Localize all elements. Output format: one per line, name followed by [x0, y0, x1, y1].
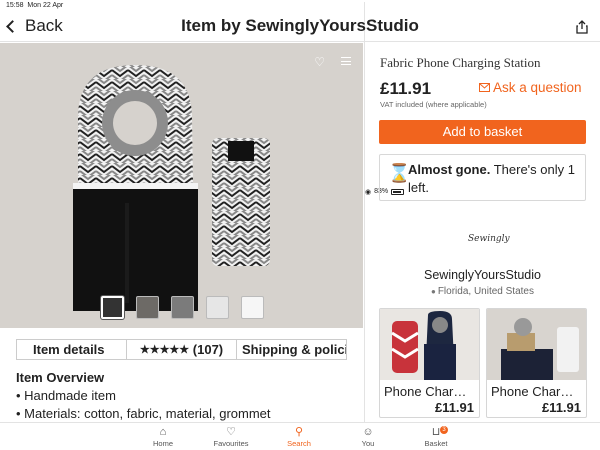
review-count: (107): [192, 342, 224, 357]
tab-item-details[interactable]: Item details: [17, 340, 127, 359]
rating-stars: ★★★★★: [139, 344, 190, 356]
tab-reviews[interactable]: ★★★★★ (107): [127, 340, 237, 359]
home-icon: ⌂: [159, 426, 167, 438]
thumbnail-strip: [101, 296, 264, 319]
tab-home[interactable]: ⌂ Home: [133, 425, 193, 448]
thumbnail[interactable]: [101, 296, 124, 319]
related-item-price: £11.91: [541, 400, 581, 415]
vat-note: VAT included (where applicable): [380, 100, 487, 109]
menu-icon[interactable]: [341, 57, 351, 65]
nav-bar: Back Item by SewinglyYoursStudio: [0, 12, 600, 42]
thumbnail[interactable]: [206, 296, 229, 319]
tab-favourites[interactable]: ♡ Favourites: [201, 425, 261, 448]
basket-badge: 3: [440, 426, 448, 434]
tab-basket[interactable]: ⊔ 3 Basket: [406, 425, 466, 448]
product-info-panel: Fabric Phone Charging Station £11.91 Ask…: [364, 43, 600, 422]
tab-favourites-label: Favourites: [213, 439, 249, 448]
location-pin-icon: ●: [430, 287, 436, 296]
tab-search[interactable]: ⚲ Search: [269, 425, 329, 448]
heart-icon[interactable]: ♡: [314, 55, 325, 69]
tab-shipping[interactable]: Shipping & polici: [237, 340, 346, 359]
related-item-image: [487, 309, 586, 380]
tab-basket-label: Basket: [424, 439, 448, 448]
thumbnail[interactable]: [171, 296, 194, 319]
related-item-title: Phone Char…: [384, 384, 467, 399]
tab-search-label: Search: [287, 439, 311, 448]
related-items: Phone Char… £11.91 Phone Char… £11.91: [379, 308, 587, 418]
overview-heading: Item Overview: [16, 370, 105, 385]
user-icon: ☺: [362, 426, 374, 438]
ask-question-link[interactable]: Ask a question: [479, 80, 582, 95]
ask-question-label: Ask a question: [493, 80, 582, 95]
product-image-gallery[interactable]: ♡: [0, 43, 363, 328]
list-item: • Materials: cotton, fabric, material, g…: [16, 406, 271, 421]
stock-notice: ⌛ Almost gone. There's only 1 left.: [379, 154, 586, 201]
page-title: Item by SewinglyYoursStudio: [181, 16, 419, 35]
bottom-tab-bar: ⌂ Home ♡ Favourites ⚲ Search ☺ You ⊔ 3 B…: [0, 422, 600, 450]
product-photo: [73, 65, 270, 311]
tab-you-label: You: [361, 439, 375, 448]
related-item-title: Phone Char…: [491, 384, 574, 399]
heart-icon: ♡: [226, 426, 236, 438]
share-icon[interactable]: [576, 20, 588, 34]
thumbnail[interactable]: [241, 296, 264, 319]
thumbnail[interactable]: [136, 296, 159, 319]
product-title: Fabric Phone Charging Station: [380, 55, 541, 70]
stock-headline: Almost gone.: [408, 162, 491, 177]
item-overview: Item Overview • Handmade item • Material…: [16, 369, 271, 423]
tab-you[interactable]: ☺ You: [338, 425, 398, 448]
shop-name[interactable]: SewinglyYoursStudio: [365, 268, 600, 282]
item-tabs: Item details ★★★★★ (107) Shipping & poli…: [16, 339, 347, 360]
product-price: £11.91: [380, 79, 432, 98]
basket-icon: ⊔: [431, 426, 441, 438]
status-bar: 15:58 Mon 22 Apr ◉ 83%: [0, 0, 600, 381]
list-item: • Handmade item: [16, 388, 116, 403]
tab-home-label: Home: [152, 439, 173, 448]
search-icon: ⚲: [294, 426, 304, 438]
shop-location: Florida, United States: [437, 286, 534, 297]
related-item-price: £11.91: [434, 400, 474, 415]
related-item-card[interactable]: Phone Char… £11.91: [379, 308, 480, 418]
related-item-image: [380, 309, 479, 380]
related-item-card[interactable]: Phone Char… £11.91: [486, 308, 587, 418]
status-date: Mon 22 Apr: [27, 2, 64, 9]
shop-logo[interactable]: Sewingly: [468, 234, 510, 244]
add-to-basket-button[interactable]: Add to basket: [379, 120, 586, 144]
status-time: 15:58: [6, 2, 24, 9]
mail-icon: [479, 83, 490, 92]
